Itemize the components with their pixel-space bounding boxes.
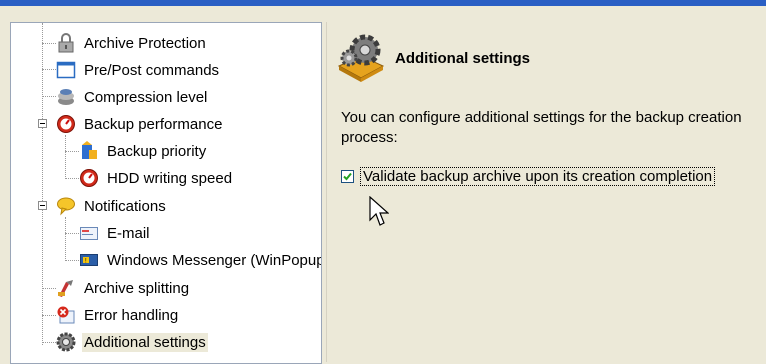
tree-item-error-handling[interactable]: Error handling bbox=[56, 303, 180, 327]
tree-item-label: E-mail bbox=[107, 224, 150, 242]
tree-line bbox=[42, 69, 56, 70]
window-top-border bbox=[0, 0, 766, 6]
tree-line bbox=[65, 135, 66, 179]
tree-line bbox=[65, 151, 79, 152]
error-icon bbox=[57, 306, 75, 324]
tree-item-label: Additional settings bbox=[82, 332, 208, 352]
tree-item-archive-splitting[interactable]: Archive splitting bbox=[56, 276, 191, 300]
validate-checkbox-label[interactable]: Validate backup archive upon its creatio… bbox=[360, 167, 716, 186]
tree-item-label: Notifications bbox=[84, 197, 166, 215]
tree-item-label: Compression level bbox=[84, 88, 208, 106]
tree-item-archive-protection[interactable]: Archive Protection bbox=[56, 31, 208, 55]
tree-line bbox=[65, 233, 79, 234]
tree-item-label: Archive Protection bbox=[84, 34, 206, 52]
tree-item-label: Backup performance bbox=[84, 115, 223, 133]
detail-panel: Additional settings You can configure ad… bbox=[326, 22, 766, 362]
tree-line bbox=[65, 178, 79, 179]
tree-item-pre-post-commands[interactable]: Pre/Post commands bbox=[56, 58, 221, 82]
detail-title: Additional settings bbox=[395, 49, 530, 67]
email-icon bbox=[80, 227, 98, 240]
collapse-notifications-icon[interactable] bbox=[38, 201, 47, 210]
tree-item-label: Windows Messenger (WinPopup) bbox=[107, 251, 322, 269]
tree-item-backup-priority[interactable]: Backup priority bbox=[79, 139, 208, 163]
messenger-icon: ! bbox=[80, 254, 98, 266]
tree-item-compression-level[interactable]: Compression level bbox=[56, 85, 209, 109]
tree-line bbox=[65, 260, 79, 261]
collapse-backup-performance-icon[interactable] bbox=[38, 119, 47, 128]
tree-item-e-mail[interactable]: E-mail bbox=[79, 221, 152, 245]
speech-bubble-icon bbox=[57, 197, 75, 216]
tree-item-label: Error handling bbox=[84, 306, 179, 324]
window-icon bbox=[56, 61, 76, 79]
compress-icon bbox=[58, 89, 74, 105]
settings-gear-icon bbox=[337, 34, 385, 82]
checkmark-icon bbox=[343, 172, 352, 181]
lock-icon bbox=[58, 33, 74, 53]
settings-gear-icon bbox=[56, 332, 76, 352]
split-icon bbox=[58, 280, 73, 297]
tree-line bbox=[42, 43, 56, 44]
tree-item-hdd-writing-speed[interactable]: HDD writing speed bbox=[79, 166, 234, 190]
tree-item-notifications[interactable]: Notifications bbox=[56, 194, 168, 218]
tree-line bbox=[42, 315, 56, 316]
tree-item-label: Backup priority bbox=[107, 142, 207, 160]
mouse-cursor-icon bbox=[369, 196, 389, 226]
priority-icon bbox=[82, 141, 97, 159]
validate-option[interactable]: Validate backup archive upon its creatio… bbox=[341, 167, 716, 186]
tree-line bbox=[42, 23, 43, 345]
tree-line bbox=[42, 96, 56, 97]
settings-tree[interactable]: Archive Protection Pre/Post commands Com… bbox=[10, 22, 322, 364]
tree-item-windows-messenger[interactable]: ! Windows Messenger (WinPopup) bbox=[79, 248, 322, 272]
gauge-icon bbox=[57, 115, 75, 133]
tree-item-label: HDD writing speed bbox=[107, 169, 233, 187]
tree-item-additional-settings[interactable]: Additional settings bbox=[56, 330, 208, 354]
tree-item-backup-performance[interactable]: Backup performance bbox=[56, 112, 224, 136]
detail-header: Additional settings bbox=[335, 32, 530, 84]
tree-line bbox=[65, 217, 66, 261]
validate-checkbox[interactable] bbox=[341, 170, 354, 183]
tree-line bbox=[42, 342, 56, 343]
detail-description: You can configure additional settings fo… bbox=[341, 109, 742, 146]
tree-item-label: Pre/Post commands bbox=[84, 61, 220, 79]
tree-item-label: Archive splitting bbox=[84, 279, 190, 297]
tree-line bbox=[42, 288, 56, 289]
gauge-icon bbox=[80, 169, 98, 187]
